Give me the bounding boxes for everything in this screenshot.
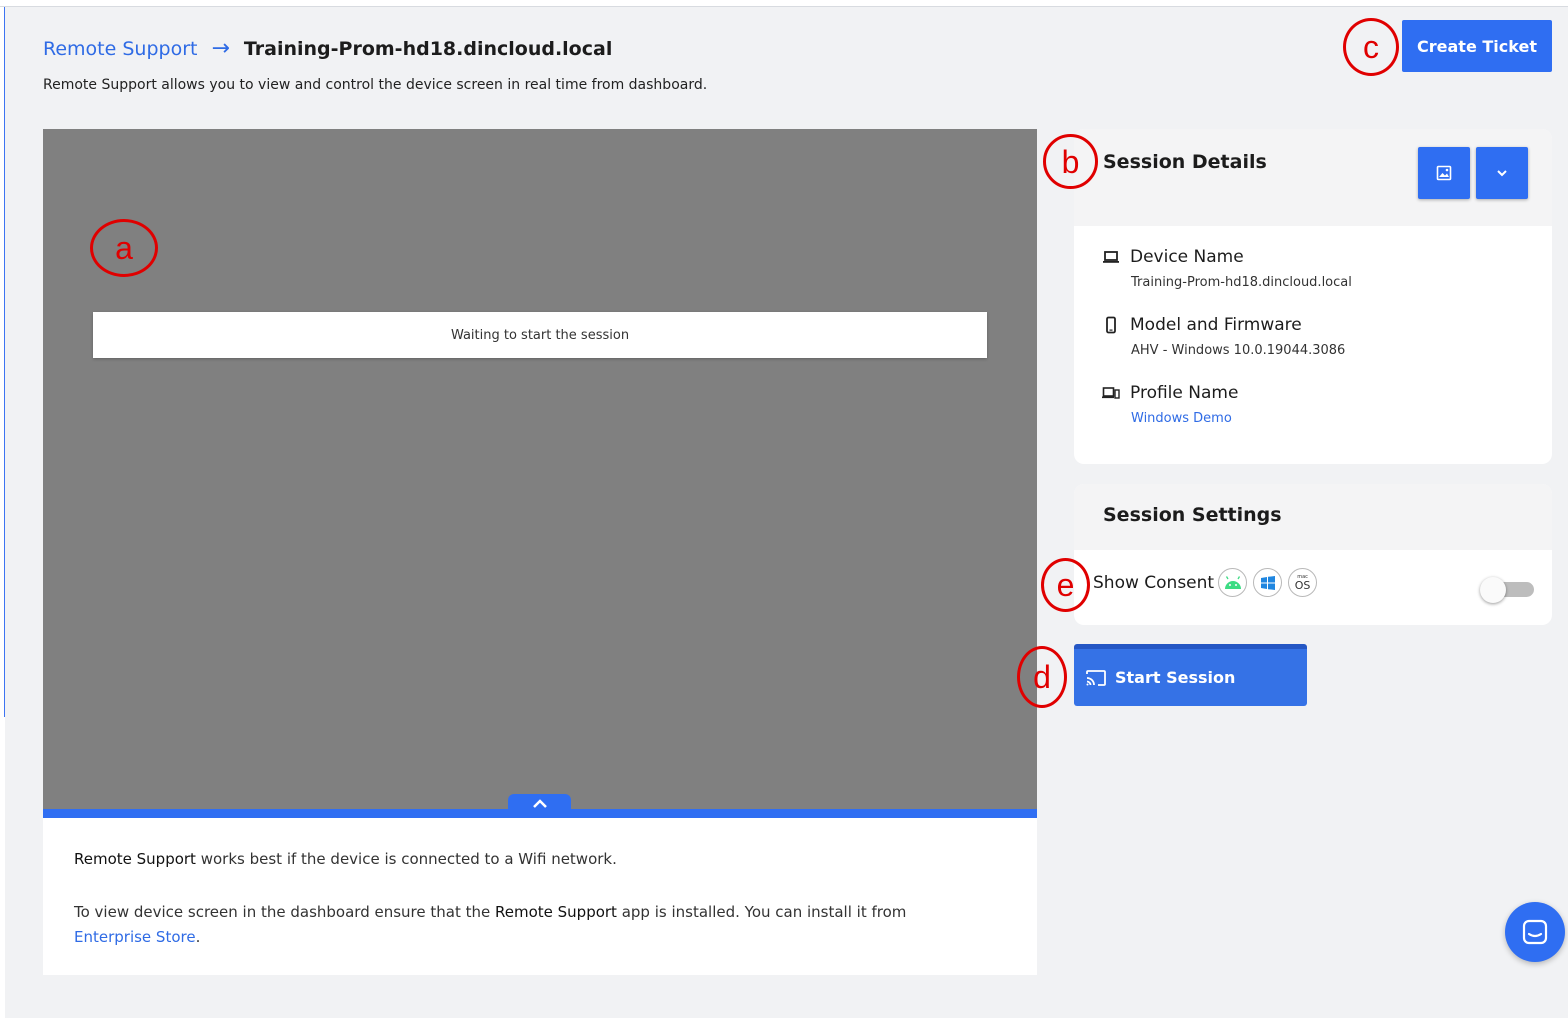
phone-icon (1106, 316, 1116, 334)
arrow-right-icon: → (211, 36, 230, 61)
annotation-a: a (90, 219, 158, 277)
model-firmware-value: AHV - Windows 10.0.19044.3086 (1131, 343, 1346, 358)
session-status-banner: Waiting to start the session (93, 312, 987, 358)
windows-icon (1253, 568, 1283, 597)
annotation-e: e (1041, 558, 1090, 612)
page-title: Training-Prom-hd18.dincloud.local (243, 38, 613, 60)
chevron-up-icon (532, 799, 547, 808)
annotation-c: c (1343, 18, 1399, 76)
annotation-b: b (1043, 134, 1098, 189)
session-details-title: Session Details (1103, 151, 1267, 173)
info-install-note: To view device screen in the dashboard e… (74, 903, 907, 946)
image-icon (1436, 165, 1452, 181)
session-settings-card: Session Settings Show Consent mac OS (1074, 484, 1552, 625)
create-ticket-button[interactable]: Create Ticket (1402, 20, 1552, 72)
start-session-button[interactable]: Start Session (1074, 644, 1307, 706)
expand-panel-toggle[interactable] (508, 794, 571, 814)
chat-support-button[interactable] (1505, 902, 1565, 962)
screenshot-button[interactable] (1418, 147, 1470, 199)
device-name-value: Training-Prom-hd18.dincloud.local (1131, 275, 1352, 290)
show-consent-label: Show Consent (1093, 572, 1215, 593)
session-details-header: Session Details (1074, 129, 1552, 226)
session-settings-title: Session Settings (1103, 504, 1282, 526)
show-consent-row: Show Consent mac OS (1093, 568, 1318, 597)
cast-icon (1086, 669, 1106, 686)
annotation-d: d (1017, 646, 1067, 708)
session-status-text: Waiting to start the session (450, 327, 630, 343)
profile-name-detail: Profile Name Windows Demo (1102, 383, 1238, 426)
show-consent-toggle[interactable] (1480, 577, 1534, 603)
chevron-down-icon (1497, 170, 1507, 177)
session-details-card: Session Details Device Name Training-Pro… (1074, 129, 1552, 464)
info-wifi-note: Remote Support works best if the device … (74, 850, 617, 868)
page-subtitle: Remote Support allows you to view and co… (43, 77, 708, 93)
start-session-label: Start Session (1115, 668, 1236, 687)
breadcrumb-remote-support-link[interactable]: Remote Support (43, 38, 197, 60)
android-icon (1218, 568, 1248, 597)
top-border (0, 0, 1568, 7)
chat-icon (1522, 919, 1548, 945)
model-firmware-detail: Model and Firmware AHV - Windows 10.0.19… (1102, 315, 1345, 358)
remote-screen-viewer[interactable]: Waiting to start the session (43, 129, 1037, 810)
device-name-label: Device Name (1130, 247, 1244, 267)
session-settings-header: Session Settings (1074, 484, 1552, 550)
profile-name-link[interactable]: Windows Demo (1131, 411, 1238, 426)
laptop-icon (1103, 251, 1119, 263)
left-nav-edge-lower (0, 717, 5, 1018)
info-panel: Remote Support works best if the device … (43, 818, 1037, 975)
more-options-dropdown-button[interactable] (1476, 147, 1528, 199)
devices-icon (1102, 387, 1120, 399)
enterprise-store-link[interactable]: Enterprise Store (74, 928, 196, 946)
model-firmware-label: Model and Firmware (1130, 315, 1302, 335)
device-name-detail: Device Name Training-Prom-hd18.dincloud.… (1102, 247, 1352, 290)
profile-name-label: Profile Name (1130, 383, 1239, 403)
breadcrumb: Remote Support → Training-Prom-hd18.dinc… (43, 36, 613, 61)
left-nav-edge (0, 7, 5, 717)
macos-icon: mac OS (1288, 568, 1318, 597)
